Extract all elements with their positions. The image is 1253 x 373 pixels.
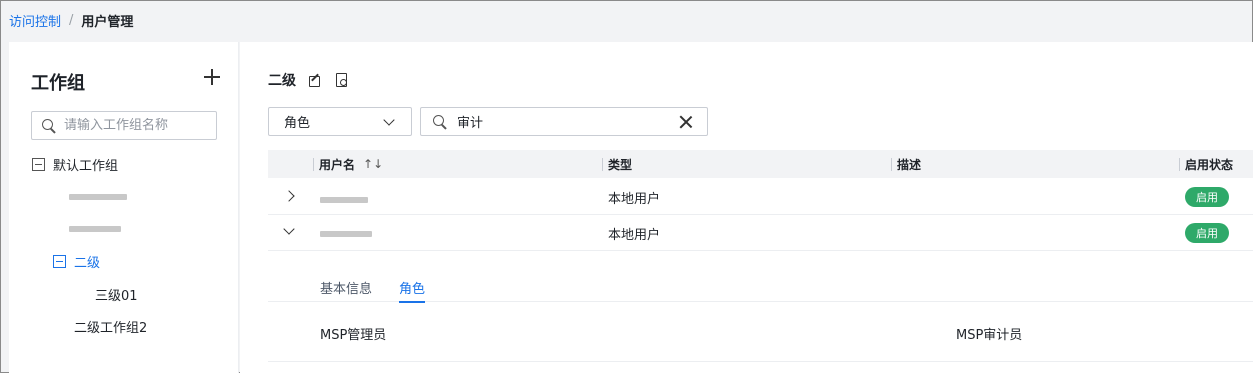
- tree-node-redacted[interactable]: [69, 194, 127, 200]
- sidebar-title: 工作组: [31, 73, 85, 94]
- chevron-down-icon: [383, 114, 395, 126]
- tree-node-sibling[interactable]: 二级工作组2: [74, 317, 147, 336]
- detail-tabs: 基本信息 角色: [268, 260, 1253, 303]
- view-detail-icon[interactable]: [334, 73, 348, 87]
- column-header-type: 类型: [602, 150, 632, 178]
- tree-node-label: 二级: [74, 256, 101, 271]
- filter-search-input[interactable]: [457, 114, 657, 129]
- group-header: 二级: [268, 70, 348, 90]
- column-header-username[interactable]: 用户名 ↑↓: [313, 150, 383, 178]
- window-frame: 访问控制 / 用户管理 工作组 默认工作组 二级 三级01 二级工作组2 二级: [0, 0, 1253, 373]
- tree-node-label: 二级工作组2: [74, 321, 148, 336]
- add-workgroup-icon[interactable]: [203, 68, 221, 86]
- username-redacted: [320, 197, 368, 203]
- tree-node-label: 默认工作组: [53, 159, 119, 174]
- role-list: MSP管理员 MSP审计员: [268, 302, 1253, 362]
- role-item: MSP管理员: [320, 328, 387, 343]
- clear-icon[interactable]: [679, 115, 693, 129]
- table-row[interactable]: 本地用户 启用: [268, 179, 1253, 215]
- breadcrumb-current: 用户管理: [81, 14, 134, 30]
- workgroup-sidebar: 工作组 默认工作组 二级 三级01 二级工作组2: [9, 42, 239, 373]
- tab-basic-info[interactable]: 基本信息: [320, 278, 372, 297]
- user-type: 本地用户: [608, 191, 661, 207]
- search-icon: [433, 114, 447, 129]
- user-list-panel: 二级 角色 用户名 ↑↓ 类型 描述: [240, 42, 1253, 373]
- column-header-status: 启用状态: [1179, 150, 1233, 178]
- collapse-icon[interactable]: [53, 255, 66, 268]
- collapse-row-icon[interactable]: [283, 223, 295, 235]
- status-badge[interactable]: 启用: [1185, 223, 1229, 243]
- table-header: 用户名 ↑↓ 类型 描述 启用状态: [268, 150, 1253, 178]
- group-title: 二级: [268, 73, 296, 89]
- filter-field-select[interactable]: 角色: [268, 107, 412, 136]
- tree-node-default-group[interactable]: 默认工作组: [32, 155, 118, 174]
- collapse-icon[interactable]: [32, 158, 45, 171]
- status-badge[interactable]: 启用: [1185, 187, 1229, 207]
- tree-node-label: 三级01: [95, 289, 138, 304]
- tab-roles[interactable]: 角色: [399, 278, 426, 303]
- tree-node-child[interactable]: 三级01: [95, 285, 138, 304]
- tree-node-redacted[interactable]: [69, 226, 121, 232]
- breadcrumb-separator: /: [69, 12, 74, 28]
- search-icon: [42, 118, 56, 133]
- filter-search[interactable]: [420, 107, 708, 136]
- edit-icon[interactable]: [308, 73, 322, 87]
- tree-node-selected[interactable]: 二级: [53, 252, 100, 271]
- role-item: MSP审计员: [956, 328, 1023, 343]
- workgroup-search-input[interactable]: [64, 118, 204, 133]
- username-redacted: [320, 231, 372, 237]
- breadcrumb-link-access-control[interactable]: 访问控制: [9, 11, 61, 30]
- breadcrumb: 访问控制 / 用户管理: [9, 1, 133, 39]
- sort-icon[interactable]: ↑↓: [363, 157, 383, 171]
- filter-field-value: 角色: [284, 116, 311, 131]
- table-row[interactable]: 本地用户 启用: [268, 215, 1253, 251]
- user-type: 本地用户: [608, 227, 661, 243]
- column-header-description: 描述: [891, 150, 921, 178]
- expand-row-icon[interactable]: [283, 190, 295, 202]
- workgroup-search[interactable]: [31, 111, 217, 140]
